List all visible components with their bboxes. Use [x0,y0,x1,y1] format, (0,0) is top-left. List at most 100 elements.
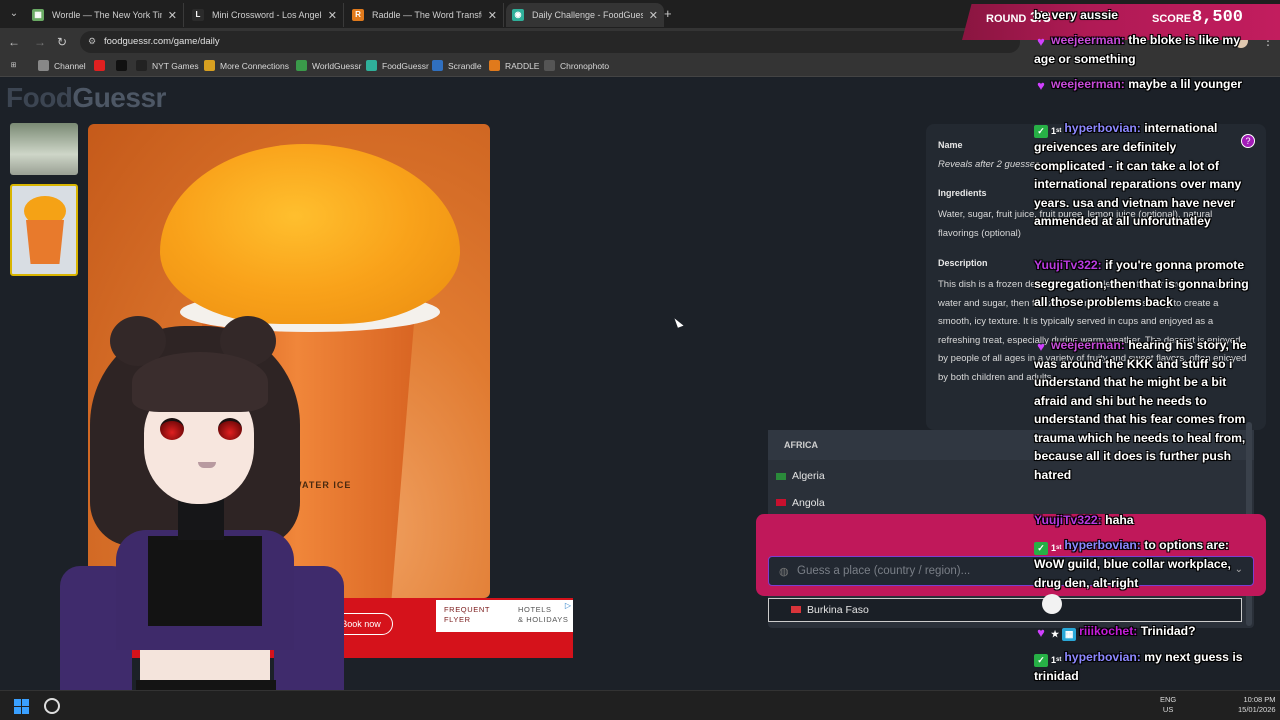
stream-chat-overlay: be very aussie ♥ weejeerman: the bloke is … [1034,0,1280,720]
youtube-icon [94,60,105,71]
close-tab-icon[interactable]: ✕ [328,9,337,22]
bookmark-more-connections[interactable]: More Connections [204,60,289,71]
bookmark-scrandle[interactable]: Scrandle [432,60,482,71]
back-icon[interactable]: ← [6,34,22,50]
bookmark-foodguessr[interactable]: FoodGuessr [366,60,429,71]
bookmark-youtube[interactable] [94,60,110,71]
foodguessr-logo[interactable]: FoodGuessr [6,82,166,114]
tab-search-icon[interactable]: ⌄ [6,6,22,22]
chat-text: international greivences are definitely … [1034,121,1242,228]
bookmark-label: Channel [54,60,86,71]
tab-title: Raddle — The Word Transform [372,10,482,20]
globe-icon [296,60,307,71]
tab-title: Mini Crossword - Los Angeles T [212,10,322,20]
chat-message: ♥ weejeerman: maybe a lil younger [1034,75,1250,94]
ingredients-label: Ingredients [938,188,987,198]
close-tab-icon[interactable]: ✕ [168,9,177,22]
close-tab-icon[interactable]: ✕ [488,9,497,22]
vtuber-avatar [60,316,344,720]
tab-favicon-icon: ◉ [512,9,524,21]
ad-brand-box: FREQUENT FLYER HOTELS & HOLIDAYS ▷ [436,600,573,632]
guess-placeholder: Guess a place (country / region)... [797,565,971,577]
star-badge-icon: ★ [1051,629,1060,639]
country-name: Burkina Faso [807,603,869,616]
ad-brand-line2: FLYER [444,615,471,624]
browser-tab[interactable]: R Raddle — The Word Transform ✕ [346,3,504,27]
chat-message: be very aussie [1034,6,1250,25]
ad-brand-line4: & HOLIDAYS [518,615,569,624]
bookmark-label: FoodGuessr [382,60,429,71]
round-label: ROUND [986,13,1027,25]
bookmark-chronophoto[interactable]: Chronophoto [544,60,609,71]
water-ice-shape [160,144,460,324]
bookmark-label: More Connections [220,60,289,71]
adchoices-icon[interactable]: ▷ [565,601,571,610]
chat-message: ♥ weejeerman: the bloke is like my age or… [1034,31,1250,68]
system-clock[interactable]: 10:08 PM 15/01/2026 [1238,695,1276,715]
skull-emote-icon [1042,594,1062,614]
chat-message: ♥ weejeerman: hearing his story, he was a… [1034,336,1250,484]
country-name: Angola [792,496,825,509]
chat-text: Trinidad? [1140,624,1196,638]
close-tab-icon[interactable]: ✕ [649,9,658,22]
nyt-icon [136,60,147,71]
country-name: Algeria [792,470,825,482]
chat-username: riiikochet: [1079,624,1138,638]
scrandle-icon [432,60,443,71]
tab-favicon-icon: ▦ [32,9,44,21]
browser-tab[interactable]: ◉ Daily Challenge - FoodGuessr | ✕ [506,3,664,27]
chat-message: ✓ 1ˢᵗ hyperbovian: international greivence… [1034,119,1250,231]
tab-favicon-icon: R [352,9,364,21]
raddle-icon [489,60,500,71]
windows-start-icon[interactable] [14,699,29,714]
heart-badge-icon: ♥ [1037,34,1045,49]
check-badge-icon: ✓ [1034,542,1048,555]
url-text: foodguessr.com/game/daily [104,36,220,47]
address-bar[interactable]: ⚙ foodguessr.com/game/daily [80,31,1020,53]
flag-icon [791,606,801,613]
bookmark-channel[interactable]: Channel [38,60,86,71]
chat-message: YuujiTv322: if you're gonna promote segr… [1034,256,1250,312]
description-label: Description [938,258,988,268]
chat-text: hearing his story, he was around the KKK… [1034,338,1247,482]
tab-title: Daily Challenge - FoodGuessr | [532,10,643,20]
site-info-icon[interactable]: ⚙ [88,36,96,47]
reload-icon[interactable]: ↻ [54,34,70,50]
x-icon [116,60,127,71]
bookmark-raddle[interactable]: RADDLE [489,60,539,71]
taskbar: ENG US 10:08 PM 15/01/2026 [0,690,1280,720]
browser-tab[interactable]: L Mini Crossword - Los Angeles T ✕ [186,3,344,27]
new-tab-button[interactable]: + [664,6,672,21]
check-badge-icon: ✓ [1034,654,1048,667]
bookmark-nyt-games[interactable]: NYT Games [136,60,199,71]
bookmark-x[interactable] [116,60,132,71]
check-badge-icon: ✓ [1034,125,1048,138]
forward-icon[interactable]: → [32,34,48,50]
chat-message: ✓ 1ˢᵗ hyperbovian: my next guess is trinid… [1034,648,1250,686]
bookmark-worldguessr[interactable]: WorldGuessr [296,60,361,71]
chat-text: haha [1105,513,1134,527]
chat-username: YuujiTv322: [1034,513,1102,527]
chat-message: ✓ 1ˢᵗ hyperbovian: to options are: WoW gui… [1034,536,1250,592]
language-indicator[interactable]: ENG US [1160,695,1176,715]
first-badge-icon: 1ˢᵗ [1051,543,1062,553]
chat-username: hyperbovian: [1064,121,1141,135]
food-thumbnail-1[interactable] [10,123,78,175]
bookmark-label: RADDLE [505,60,540,71]
chat-text: maybe a lil younger [1128,77,1243,91]
first-badge-icon: 1ˢᵗ [1051,655,1062,665]
browser-tab[interactable]: ▦ Wordle — The New York Times ✕ [26,3,184,27]
chat-text: be very aussie [1034,8,1119,22]
apps-icon[interactable]: ⊞ [8,60,24,71]
obs-app-icon[interactable] [44,698,60,714]
name-label: Name [938,140,963,150]
bookmark-label: Chronophoto [560,60,610,71]
chat-message: ♥ ★ ▦ riiikochet: Trinidad? [1034,622,1250,641]
sub-badge-icon: ▦ [1062,628,1077,641]
chat-username: YuujiTv322: [1034,258,1102,272]
tab-title: Wordle — The New York Times [52,10,162,20]
grid-icon [204,60,215,71]
food-thumbnail-2[interactable] [10,184,78,276]
chat-message: YuujiTv322: haha [1034,511,1250,530]
tab-favicon-icon: L [192,9,204,21]
